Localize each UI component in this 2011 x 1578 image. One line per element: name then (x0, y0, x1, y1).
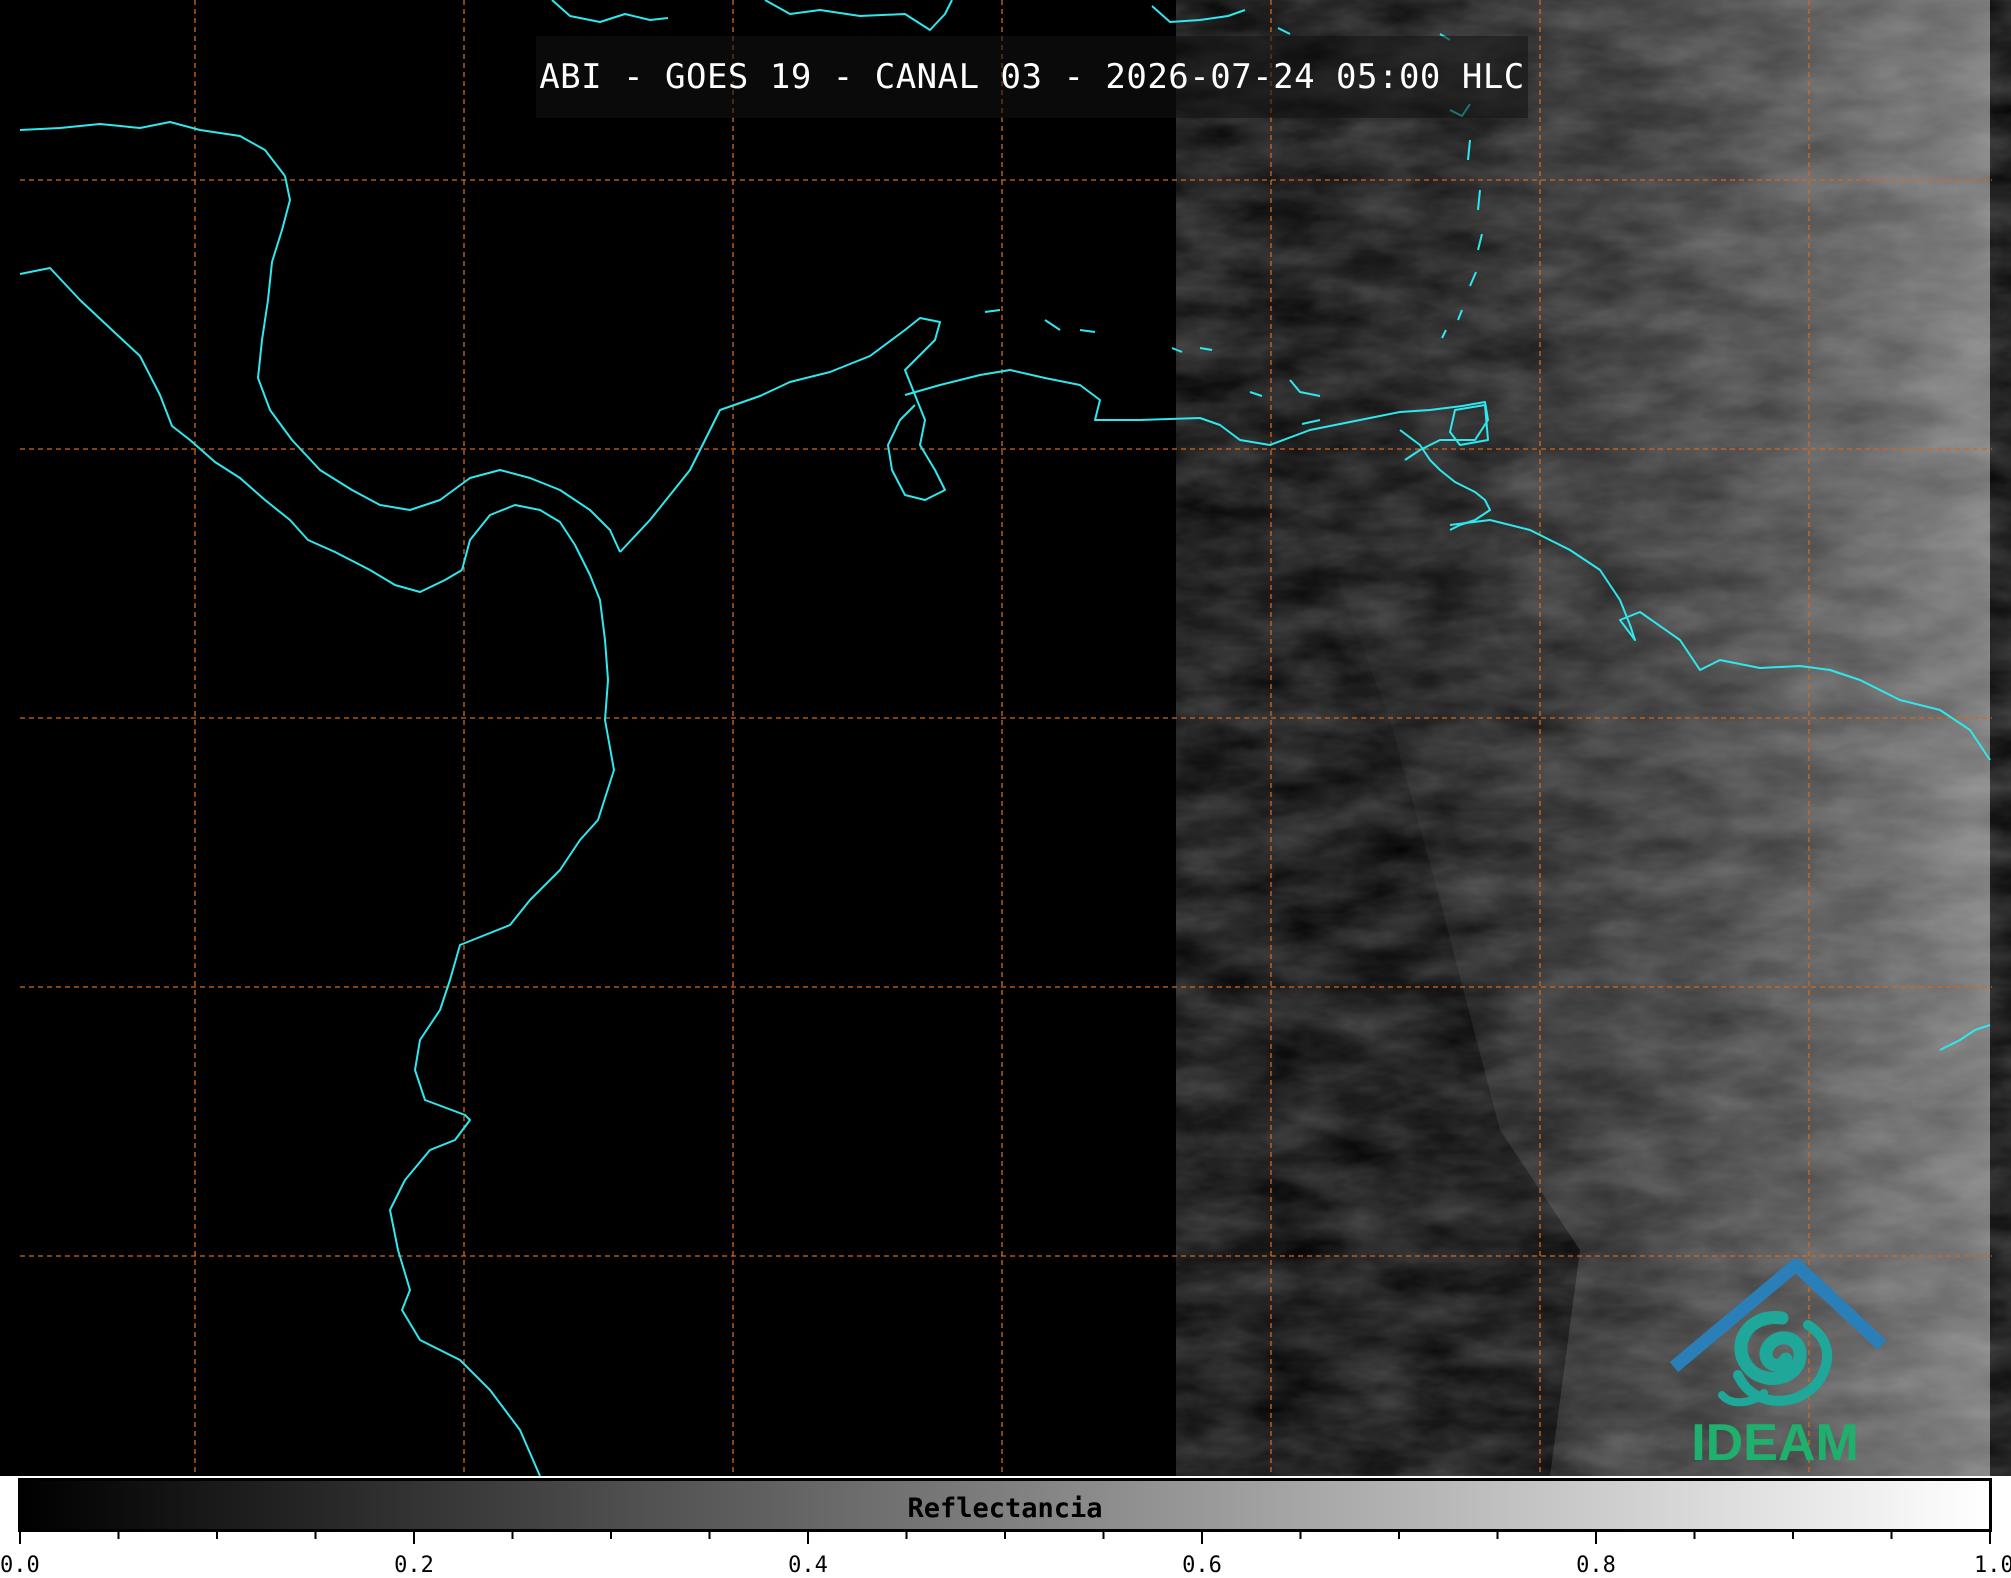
logo-text: IDEAM (1691, 1414, 1859, 1472)
tick-label: 0.8 (1576, 1553, 1616, 1578)
map-title: ABI - GOES 19 - CANAL 03 - 2026-07-24 05… (539, 57, 1525, 97)
satellite-map: ABI - GOES 19 - CANAL 03 - 2026-07-24 05… (0, 0, 2011, 1476)
tick-label: 0.2 (394, 1553, 434, 1578)
colorbar-label: Reflectancia (907, 1493, 1103, 1524)
logo-swirl (1718, 1311, 1833, 1407)
tick-label: 0.6 (1182, 1553, 1222, 1578)
ideam-logo-icon: IDEAM (1669, 1258, 1887, 1472)
colorbar-ticks (19, 1530, 1991, 1544)
colorbar: Reflectancia (18, 1478, 1992, 1532)
ideam-logo: IDEAM (1660, 1255, 1890, 1475)
title-box: ABI - GOES 19 - CANAL 03 - 2026-07-24 05… (536, 36, 1528, 118)
tick-label: 1.0 (1974, 1553, 2011, 1578)
tick-label: 0.4 (788, 1553, 828, 1578)
tick-label: 0.0 (0, 1553, 40, 1578)
